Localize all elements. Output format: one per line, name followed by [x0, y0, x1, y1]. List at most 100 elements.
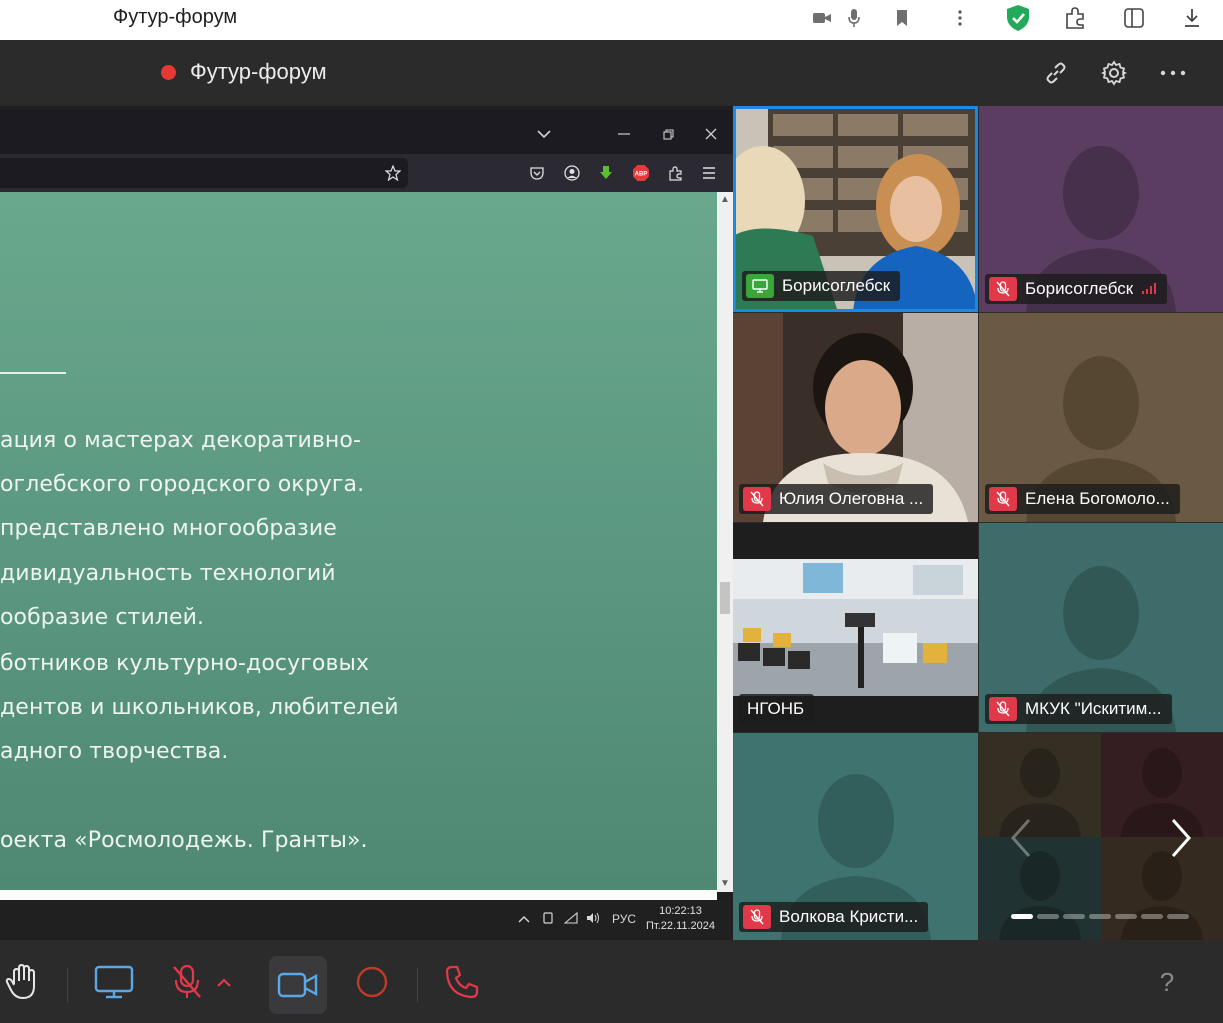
tray-clock[interactable]: 10:22:13 Пт.22.11.2024 — [646, 904, 715, 934]
record-button-icon[interactable] — [348, 958, 396, 1006]
slide-text-line: оглебского городского округа. — [0, 472, 365, 497]
more-participants-tile[interactable] — [979, 733, 1223, 940]
participant-name: Борисоглебск — [782, 276, 891, 295]
meeting-title: Футур-форум — [190, 59, 327, 84]
mic-off-icon — [743, 905, 771, 929]
tray-language[interactable]: РУС — [612, 912, 636, 926]
windows-taskbar: РУС 10:22:13 Пт.22.11.2024 — [0, 900, 733, 940]
mic-off-icon — [989, 277, 1017, 301]
account-icon[interactable] — [561, 162, 583, 184]
slide-text-line: ботников культурно-досуговых — [0, 651, 370, 676]
scroll-down-icon[interactable]: ▼ — [720, 878, 730, 889]
tray-date: Пт.22.11.2024 — [646, 920, 716, 932]
participant-tile-video[interactable]: Борисоглебск — [733, 106, 978, 312]
recording-indicator-icon — [161, 65, 176, 80]
close-window-icon[interactable] — [699, 122, 723, 146]
pager-prev-icon[interactable] — [1009, 818, 1033, 863]
participant-label: МКУК "Искитим... — [985, 694, 1172, 724]
pager-dot[interactable] — [1167, 914, 1189, 919]
participant-name: МКУК "Искитим... — [1025, 699, 1162, 718]
meeting-header: Футур-форум — [0, 40, 1223, 106]
participant-tile-avatar[interactable]: Волкова Кристи... — [733, 733, 978, 940]
participant-label: Борисоглебск — [985, 274, 1168, 304]
raise-hand-icon[interactable] — [0, 958, 46, 1006]
help-label: ? — [1159, 966, 1175, 997]
pager-next-icon[interactable] — [1169, 818, 1193, 863]
pager-dots[interactable] — [1011, 913, 1193, 921]
separator — [67, 968, 68, 1002]
slide-divider — [0, 372, 66, 374]
participant-tile-avatar[interactable]: МКУК "Искитим... — [979, 523, 1223, 732]
address-bar[interactable] — [0, 158, 408, 188]
participant-name: Юлия Олеговна ... — [779, 489, 924, 508]
minimize-icon[interactable] — [612, 122, 636, 146]
more-horizontal-icon[interactable] — [1157, 57, 1189, 89]
download-arrow-icon[interactable] — [595, 162, 617, 184]
video-camera-icon — [277, 972, 318, 998]
browser-page-title: Футур-форум — [113, 6, 238, 28]
pager-dot[interactable] — [1011, 914, 1033, 919]
settings-gear-icon[interactable] — [1098, 57, 1130, 89]
hamburger-menu-icon[interactable] — [698, 162, 720, 184]
extension-puzzle-icon[interactable] — [664, 162, 686, 184]
hang-up-icon[interactable] — [438, 958, 486, 1006]
camera-button[interactable] — [269, 956, 327, 1014]
slide-text-line: ация о мастерах декоративно- — [0, 428, 362, 453]
participant-name: Борисоглебск — [1025, 279, 1134, 298]
scrollbar-thumb[interactable] — [720, 582, 730, 614]
pocket-icon[interactable] — [526, 162, 548, 184]
side-panel-icon[interactable] — [1120, 4, 1148, 32]
tray-chevron-icon[interactable] — [518, 912, 530, 926]
pager-dot[interactable] — [1115, 914, 1137, 919]
bookmark-icon[interactable] — [888, 4, 916, 32]
participant-tile-avatar[interactable]: Елена Богомоло... — [979, 313, 1223, 522]
slide-scrollbar[interactable]: ▲ ▼ — [717, 192, 733, 892]
tray-network-icon[interactable] — [563, 911, 578, 927]
restore-icon[interactable] — [656, 122, 680, 146]
pager-dot[interactable] — [1063, 914, 1085, 919]
participant-tile-video[interactable]: НГОНБ — [733, 523, 978, 732]
tray-device-icon[interactable] — [542, 912, 554, 927]
participant-label: НГОНБ — [739, 694, 815, 724]
participant-tile-video[interactable]: Юлия Олеговна ... — [733, 313, 978, 522]
slide-text-line: ообразие стилей. — [0, 605, 205, 630]
screen-share-icon — [746, 274, 774, 298]
scroll-up-icon[interactable]: ▲ — [720, 194, 730, 205]
microphone-icon[interactable] — [840, 4, 868, 32]
tray-time: 10:22:13 — [659, 905, 702, 917]
more-vertical-icon[interactable] — [946, 4, 974, 32]
participant-name: Елена Богомоло... — [1025, 489, 1170, 508]
star-icon[interactable] — [382, 162, 404, 184]
slide-text-line: дивидуальность технологий — [0, 561, 336, 586]
pager-dot[interactable] — [1037, 914, 1059, 919]
shared-browser-titlebar — [0, 110, 733, 158]
pager-dot[interactable] — [1089, 914, 1111, 919]
control-bar: ? — [0, 940, 1223, 1023]
link-icon[interactable] — [1040, 57, 1072, 89]
tray-volume-icon[interactable] — [586, 912, 600, 927]
camera-icon[interactable] — [808, 4, 836, 32]
participant-name: НГОНБ — [747, 699, 805, 718]
screen-share-button-icon[interactable] — [90, 958, 138, 1006]
participant-label: Волкова Кристи... — [739, 902, 929, 932]
shared-screen[interactable]: ABP ация о мастерах декоративно- оглебск… — [0, 106, 733, 940]
participant-label: Елена Богомоло... — [985, 484, 1180, 514]
pager-dot[interactable] — [1141, 914, 1163, 919]
participant-name: Волкова Кристи... — [779, 907, 919, 926]
slide-text-line: представлено многообразие — [0, 516, 337, 541]
separator — [417, 968, 418, 1002]
slide-bottom-strip — [0, 890, 717, 900]
adblock-icon[interactable]: ABP — [630, 162, 652, 184]
mic-off-icon — [989, 697, 1017, 721]
svg-text:ABP: ABP — [635, 172, 648, 178]
tab-list-chevron-icon[interactable] — [532, 122, 556, 146]
slide-text-line: дентов и школьников, любителей — [0, 695, 399, 720]
participant-tile-avatar[interactable]: Борисоглебск — [979, 106, 1223, 312]
presentation-slide: ация о мастерах декоративно- оглебского … — [0, 192, 717, 890]
help-button[interactable]: ? — [1143, 958, 1191, 1006]
mic-options-chevron-icon[interactable] — [212, 958, 236, 1006]
download-icon[interactable] — [1178, 4, 1206, 32]
shield-check-icon[interactable] — [1004, 4, 1032, 32]
extensions-icon[interactable] — [1061, 4, 1089, 32]
mic-off-button-icon[interactable] — [163, 958, 211, 1006]
